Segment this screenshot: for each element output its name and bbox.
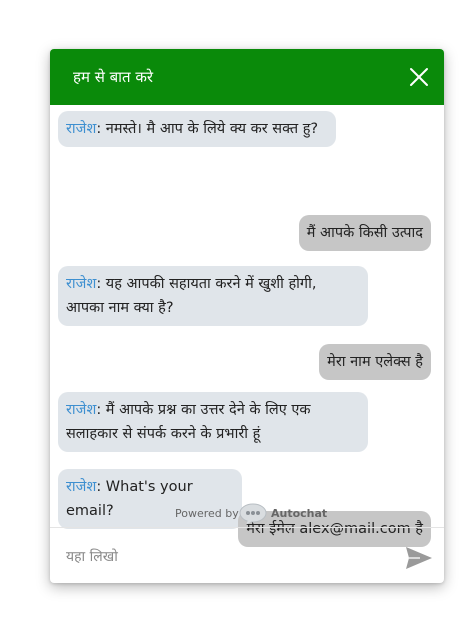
composer xyxy=(50,533,444,583)
message-text: : नमस्ते। मै आप के लिये क्य कर सक्त हु? xyxy=(96,121,319,137)
bot-message: राजेश: मैं आपके प्रश्न का उत्तर देने के … xyxy=(58,392,368,452)
message-text-line2: सलाहकार से संपर्क करने के प्रभारी हूं xyxy=(66,426,261,442)
close-icon xyxy=(410,68,428,86)
message-text-line1: : यह आपकी सहायता करने में खुशी होगी, xyxy=(96,276,317,292)
close-button[interactable] xyxy=(408,66,430,88)
powered-by-footer: Powered by Autochat xyxy=(50,502,444,526)
chat-widget: हम से बात करे राजेश: नमस्ते। मै आप के लि… xyxy=(50,49,444,583)
send-button[interactable] xyxy=(404,545,434,571)
sender-name: राजेश xyxy=(66,479,97,495)
message-list: राजेश: नमस्ते। मै आप के लिये क्य कर सक्त… xyxy=(50,105,444,555)
message-text-line1: : मैं आपके प्रश्न का उत्तर देने के लिए ए… xyxy=(96,402,311,418)
autochat-logo-icon xyxy=(239,503,267,525)
chat-header: हम से बात करे xyxy=(50,49,444,105)
composer-divider xyxy=(50,527,444,528)
bot-message: राजेश: नमस्ते। मै आप के लिये क्य कर सक्त… xyxy=(58,111,336,147)
sender-name: राजेश xyxy=(66,402,97,418)
message-text: मैं आपके किसी उत्पाद xyxy=(306,225,423,241)
send-icon xyxy=(406,547,432,569)
user-message: मैं आपके किसी उत्पाद xyxy=(298,215,431,251)
message-text: मेरा नाम एलेक्स है xyxy=(327,354,423,370)
brand-name: Autochat xyxy=(271,507,328,520)
user-message: मेरा नाम एलेक्स है xyxy=(319,344,431,380)
bot-message: राजेश: यह आपकी सहायता करने में खुशी होगी… xyxy=(58,266,368,326)
sender-name: राजेश xyxy=(66,276,97,292)
message-text-line2: आपका नाम क्या है? xyxy=(66,300,174,316)
sender-name: राजेश xyxy=(66,121,97,137)
message-input[interactable] xyxy=(64,541,398,573)
powered-by-label: Powered by xyxy=(175,507,239,520)
chat-title: हम से बात करे xyxy=(73,68,154,86)
